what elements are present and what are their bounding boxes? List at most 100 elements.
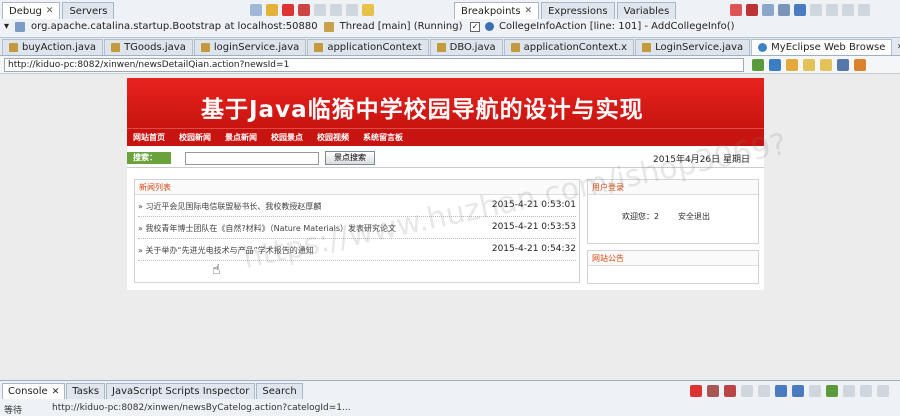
process-label[interactable]: org.apache.catalina.startup.Bootstrap at… <box>31 21 318 32</box>
link-icon[interactable] <box>842 4 854 16</box>
terminate-icon[interactable] <box>690 385 702 397</box>
tab-expressions[interactable]: Expressions <box>541 2 615 19</box>
news-list-box: 新闻列表 » 习近平会见国际电信联盟秘书长、我校教授赵厚麟 2015-4-21 … <box>134 179 580 283</box>
search-button[interactable]: 景点搜索 <box>325 151 375 165</box>
nav-campus-video[interactable]: 校园视频 <box>317 132 349 143</box>
close-icon[interactable]: ✕ <box>525 6 533 16</box>
tab-breakpoints-label: Breakpoints <box>461 5 521 17</box>
nav-campus-spots[interactable]: 校园景点 <box>271 132 303 143</box>
java-file-icon <box>642 43 652 52</box>
star-icon[interactable] <box>786 59 798 71</box>
editor-tab[interactable]: loginService.java <box>193 39 307 55</box>
user-login-box: 用户登录 欢迎您：2 安全退出 <box>587 179 759 244</box>
news-title[interactable]: » 关于举办“先进光电技术与产品”学术报告的通知 <box>138 245 314 256</box>
search-input[interactable] <box>185 152 319 165</box>
breakpoint-checkbox[interactable]: ✓ <box>470 21 480 32</box>
refresh-icon[interactable] <box>769 59 781 71</box>
breakpoint-entry[interactable]: ✓ CollegeInfoAction [line: 101] - AddCol… <box>470 21 735 32</box>
news-title[interactable]: » 我校青年博士团队在《自然?材料》（Nature Materials）发表研究… <box>138 223 396 234</box>
url-input[interactable] <box>4 58 744 72</box>
tab-tasks-label: Tasks <box>72 386 100 397</box>
pin-console-icon[interactable] <box>809 385 821 397</box>
news-title[interactable]: » 习近平会见国际电信联盟秘书长、我校教授赵厚麟 <box>138 201 321 212</box>
status-url: http://kiduo-pc:8082/xinwen/newsByCatelo… <box>52 403 351 413</box>
tab-variables[interactable]: Variables <box>616 2 677 19</box>
editor-tab[interactable]: LoginService.java <box>635 39 751 55</box>
editor-tabbar: buyAction.java TGoods.java loginService.… <box>0 38 900 56</box>
forward-icon[interactable] <box>820 59 832 71</box>
list-item[interactable]: » 我校青年博士团队在《自然?材料》（Nature Materials）发表研究… <box>138 217 576 239</box>
expand-all-icon[interactable] <box>810 4 822 16</box>
step-return-icon[interactable] <box>346 4 358 16</box>
web-page: 基于Java临猗中学校园导航的设计与实现 网站首页 校园新闻 景点新闻 校园景点… <box>127 78 764 290</box>
stop-icon[interactable] <box>837 59 849 71</box>
site-notice-header: 网站公告 <box>588 251 758 266</box>
remove-all-launches-icon[interactable] <box>724 385 736 397</box>
show-on-output-icon[interactable] <box>775 385 787 397</box>
editor-tab-web-browser[interactable]: MyEclipse Web Browse <box>751 39 893 55</box>
collapse-all-icon[interactable] <box>826 4 838 16</box>
nav-scenic-news[interactable]: 景点新闻 <box>225 132 257 143</box>
nav-home[interactable]: 网站首页 <box>133 132 165 143</box>
list-item[interactable]: » 关于举办“先进光电技术与产品”学术报告的通知 2015-4-21 0:54:… <box>138 239 576 261</box>
editor-tab[interactable]: TGoods.java <box>104 39 193 55</box>
resume-icon[interactable] <box>250 4 262 16</box>
drop-to-frame-icon[interactable] <box>362 4 374 16</box>
logout-link[interactable]: 安全退出 <box>678 211 710 222</box>
expand-icon[interactable]: ▾ <box>4 21 9 32</box>
editor-tab[interactable]: applicationContext <box>307 39 429 55</box>
maximize-icon[interactable] <box>877 385 889 397</box>
clear-console-icon[interactable] <box>741 385 753 397</box>
editor-tab[interactable]: DBO.java <box>429 39 503 55</box>
skip-breakpoints-icon[interactable] <box>794 4 806 16</box>
list-item[interactable]: » 习近平会见国际电信联盟秘书长、我校教授赵厚麟 2015-4-21 0:53:… <box>138 195 576 217</box>
go-icon[interactable] <box>752 59 764 71</box>
disconnect-icon[interactable] <box>298 4 310 16</box>
more-tabs-button[interactable]: »4 <box>893 41 900 52</box>
tab-debug[interactable]: Debug ✕ <box>2 2 61 19</box>
close-icon[interactable]: ✕ <box>46 6 54 16</box>
right-tabbar: Breakpoints ✕ Expressions Variables <box>454 2 678 19</box>
scroll-lock-icon[interactable] <box>758 385 770 397</box>
minimize-icon[interactable] <box>860 385 872 397</box>
tab-console[interactable]: Console ✕ <box>2 383 66 399</box>
tab-expressions-label: Expressions <box>548 5 608 17</box>
step-into-icon[interactable] <box>314 4 326 16</box>
tab-servers[interactable]: Servers <box>62 2 115 19</box>
suspend-icon[interactable] <box>266 4 278 16</box>
tab-search[interactable]: Search <box>256 383 303 399</box>
tab-tasks[interactable]: Tasks <box>66 383 106 399</box>
editor-tab-label: loginService.java <box>213 42 300 53</box>
remove-breakpoint-icon[interactable] <box>730 4 742 16</box>
open-console-icon[interactable] <box>826 385 838 397</box>
show-on-error-icon[interactable] <box>792 385 804 397</box>
view-menu-icon[interactable] <box>858 4 870 16</box>
tab-js-inspector[interactable]: JavaScript Scripts Inspector <box>106 383 256 399</box>
tab-js-inspector-label: JavaScript Scripts Inspector <box>112 386 250 397</box>
settings-icon[interactable] <box>854 59 866 71</box>
bottom-tabbar: Console ✕ Tasks JavaScript Scripts Inspec… <box>2 383 304 399</box>
breakpoint-icon <box>485 22 494 31</box>
remove-all-icon[interactable] <box>746 4 758 16</box>
editor-tab[interactable]: applicationContext.x <box>503 39 635 55</box>
breakpoint-label: CollegeInfoAction [line: 101] - AddColle… <box>499 21 735 32</box>
browser-address-bar <box>0 56 900 74</box>
back-icon[interactable] <box>803 59 815 71</box>
site-banner: 基于Java临猗中学校园导航的设计与实现 <box>127 78 764 128</box>
step-over-icon[interactable] <box>330 4 342 16</box>
display-console-icon[interactable] <box>843 385 855 397</box>
nav-campus-news[interactable]: 校园新闻 <box>179 132 211 143</box>
close-icon[interactable]: ✕ <box>52 387 60 397</box>
debug-crumb: ▾ org.apache.catalina.startup.Bootstrap … <box>4 21 463 32</box>
show-breakpoints-icon[interactable] <box>762 4 774 16</box>
tab-breakpoints[interactable]: Breakpoints ✕ <box>454 2 540 19</box>
debug-toolbar <box>250 4 374 16</box>
editor-tab[interactable]: buyAction.java <box>2 39 104 55</box>
goto-file-icon[interactable] <box>778 4 790 16</box>
nav-guestbook[interactable]: 系统留言板 <box>363 132 403 143</box>
breakpoints-toolbar <box>730 4 870 16</box>
terminate-icon[interactable] <box>282 4 294 16</box>
remove-launch-icon[interactable] <box>707 385 719 397</box>
thread-label[interactable]: Thread [main] (Running) <box>340 21 463 32</box>
site-searchbar: 搜索： 景点搜索 2015年4月26日 星期日 <box>127 146 764 168</box>
